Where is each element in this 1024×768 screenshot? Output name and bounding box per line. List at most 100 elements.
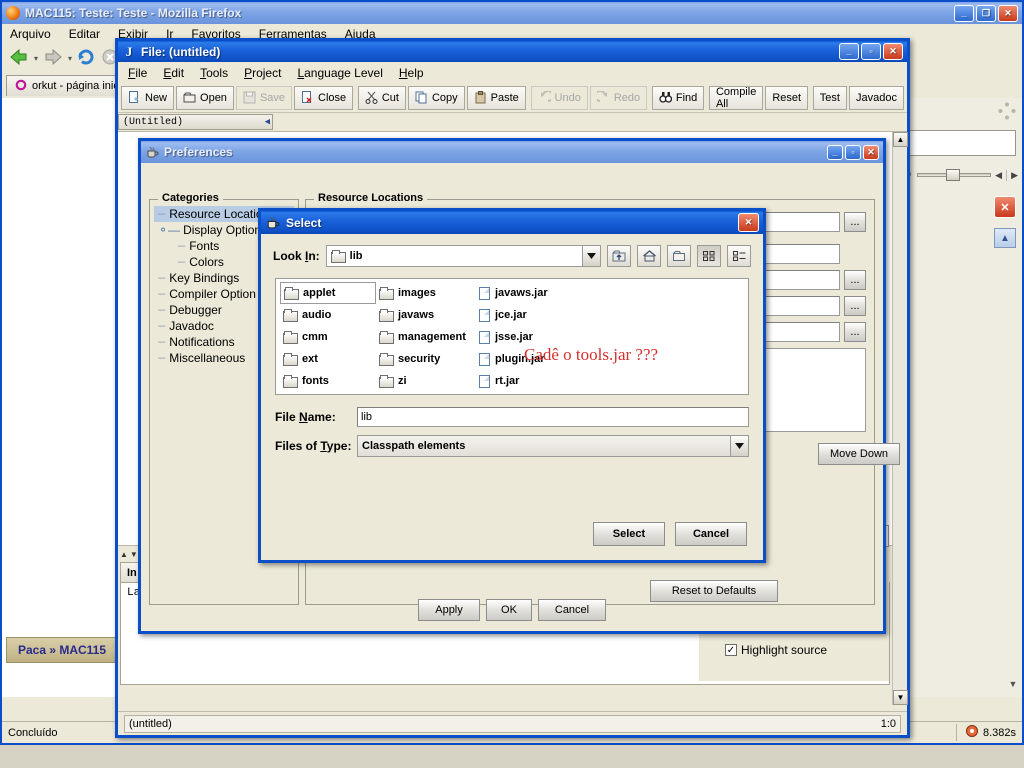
pane-tab-interactions-label: In [127, 566, 137, 579]
toolbar-new-button[interactable]: New [121, 85, 175, 110]
scroll-up-icon[interactable]: ▲ [893, 132, 908, 147]
drjava-menu-file[interactable]: FFileile [128, 66, 147, 80]
sidebar-scroll-down-icon[interactable]: ▼ [1006, 677, 1020, 691]
file-item-jce-jar[interactable]: jce.jar [476, 304, 586, 326]
toolbar-test-button[interactable]: Test [812, 85, 847, 110]
toolbar-cut-button[interactable]: Cut [357, 85, 406, 110]
tree-dash-icon: — [178, 255, 186, 269]
firefox-close-button[interactable]: ✕ [998, 4, 1018, 22]
volume-slider-thumb[interactable] [946, 169, 960, 181]
drjava-close-button[interactable]: ✕ [883, 43, 903, 60]
sidebar-close-icon[interactable]: ✕ [994, 196, 1016, 218]
select-confirm-button[interactable]: Select [593, 522, 665, 546]
files-of-type-combo[interactable]: Classpath elements [357, 435, 749, 457]
drjava-minimize-button[interactable]: _ [839, 43, 859, 60]
web-browser-browse-button[interactable]: ... [844, 212, 866, 232]
sidebar-collapse-icon[interactable]: ▲ [994, 228, 1016, 248]
chevron-down-icon[interactable] [582, 246, 600, 266]
file-item-cmm[interactable]: cmm [280, 326, 376, 348]
forward-icon[interactable] [42, 47, 64, 70]
file-item-javaws-jar[interactable]: javaws.jar [476, 282, 586, 304]
firefox-menu-arquivo[interactable]: Arquivo [10, 27, 51, 41]
resource-browse-4[interactable]: ... [844, 296, 866, 316]
drjava-maximize-button[interactable]: ▫ [861, 43, 881, 60]
move-down-button[interactable]: Move Down [818, 443, 900, 465]
back-dropdown-icon[interactable]: ▾ [34, 54, 38, 63]
highlight-source-checkbox[interactable]: ✓ Highlight source [725, 643, 827, 657]
resource-browse-5[interactable]: ... [844, 322, 866, 342]
drjava-document-tab[interactable]: (Untitled) ◀ [118, 114, 273, 130]
forward-dropdown-icon[interactable]: ▾ [68, 54, 72, 63]
file-item-charsets-jar[interactable]: charsets.jar [376, 392, 492, 394]
file-item-rt-jar[interactable]: rt.jar [476, 370, 586, 392]
toolbar-find-button[interactable]: Find [651, 85, 705, 110]
file-item-security[interactable]: security [376, 348, 492, 370]
preferences-maximize-button[interactable]: ▫ [845, 144, 861, 160]
select-title-text: Select [286, 215, 322, 230]
file-item-audio[interactable]: audio [280, 304, 376, 326]
preferences-titlebar: Preferences _ ▫ ✕ [141, 141, 883, 163]
back-icon[interactable] [8, 47, 30, 70]
preferences-close-button[interactable]: ✕ [863, 144, 879, 160]
drjava-menu-project[interactable]: Project [244, 66, 281, 80]
folder-icon [379, 375, 394, 388]
cancel-button[interactable]: Cancel [538, 599, 606, 621]
firefox-minimize-button[interactable]: _ [954, 4, 974, 22]
select-cancel-button[interactable]: Cancel [675, 522, 747, 546]
scroll-down-icon[interactable]: ▼ [893, 690, 908, 705]
file-item-management[interactable]: management [376, 326, 492, 348]
details-view-icon[interactable] [727, 245, 751, 267]
drjava-menu-tools[interactable]: Tools [200, 66, 228, 80]
media-url-field[interactable] [901, 130, 1016, 156]
toolbar-close-button[interactable]: Close [294, 85, 354, 110]
toolbar-paste-button[interactable]: Paste [466, 85, 526, 110]
firefox-menu-editar[interactable]: Editar [69, 27, 100, 41]
file-list[interactable]: applet audio cmm ext fonts images javaws… [275, 278, 749, 395]
file-item-jce-jar-label: jce.jar [495, 309, 527, 321]
drjava-editor-scrollbar[interactable]: ▲ ▼ [892, 132, 908, 705]
ok-button[interactable]: OK [486, 599, 532, 621]
folder-icon [379, 331, 394, 344]
firefox-load-timer: 8.382s [982, 726, 1016, 739]
toolbar-copy-button[interactable]: Copy [407, 85, 465, 110]
volume-control[interactable]: ◀ ▶ [899, 164, 1018, 186]
drjava-menu-language-level[interactable]: Language Level [297, 66, 382, 80]
file-item-images[interactable]: images [376, 282, 492, 304]
file-item-ext[interactable]: ext [280, 348, 376, 370]
reload-icon[interactable] [76, 47, 96, 70]
tree-expand-handle-icon[interactable]: ⚬— [158, 223, 180, 237]
drjava-menu-edit[interactable]: Edit [163, 66, 184, 80]
volume-slider-track[interactable] [917, 169, 992, 181]
resource-browse-3[interactable]: ... [844, 270, 866, 290]
volume-right-icon[interactable]: ▶ [1006, 169, 1018, 181]
look-in-combo[interactable]: lib [325, 245, 601, 267]
firefox-restore-button[interactable]: ❐ [976, 4, 996, 22]
drjava-menu-help[interactable]: Help [399, 66, 424, 80]
up-one-level-icon[interactable] [607, 245, 631, 267]
select-close-button[interactable]: ✕ [738, 213, 759, 232]
breadcrumb[interactable]: Paca » MAC115 [6, 637, 118, 663]
chevron-down-icon[interactable] [730, 436, 748, 456]
apply-button[interactable]: Apply [418, 599, 480, 621]
pane-collapse-up-icon[interactable]: ▲ [120, 550, 128, 559]
file-item-javaws[interactable]: javaws [376, 304, 492, 326]
firefox-tab-orkut[interactable]: orkut - página inic [6, 75, 128, 96]
new-folder-icon[interactable] [667, 245, 691, 267]
file-item-fonts[interactable]: fonts [280, 370, 376, 392]
file-item-zi[interactable]: zi [376, 370, 492, 392]
toolbar-compile-all-button[interactable]: Compile All [708, 85, 764, 110]
file-item-applet[interactable]: applet [280, 282, 376, 304]
home-icon[interactable] [637, 245, 661, 267]
toolbar-javadoc-button[interactable]: Javadoc [848, 85, 904, 110]
toolbar-open-button[interactable]: Open [176, 85, 234, 110]
volume-left-icon[interactable]: ◀ [995, 170, 1002, 181]
firefox-titlebar: MAC115: Teste: Teste - Mozilla Firefox _… [2, 2, 1022, 24]
pane-collapse-down-icon[interactable]: ▼ [130, 550, 138, 559]
file-name-input[interactable]: lib [357, 407, 749, 427]
tiles-view-icon[interactable] [697, 245, 721, 267]
file-item-i386[interactable]: i386 [280, 392, 376, 394]
tab-collapse-icon[interactable]: ◀ [265, 117, 272, 127]
checkbox-icon[interactable]: ✓ [725, 644, 737, 656]
preferences-minimize-button[interactable]: _ [827, 144, 843, 160]
toolbar-reset-button[interactable]: Reset [765, 85, 809, 110]
